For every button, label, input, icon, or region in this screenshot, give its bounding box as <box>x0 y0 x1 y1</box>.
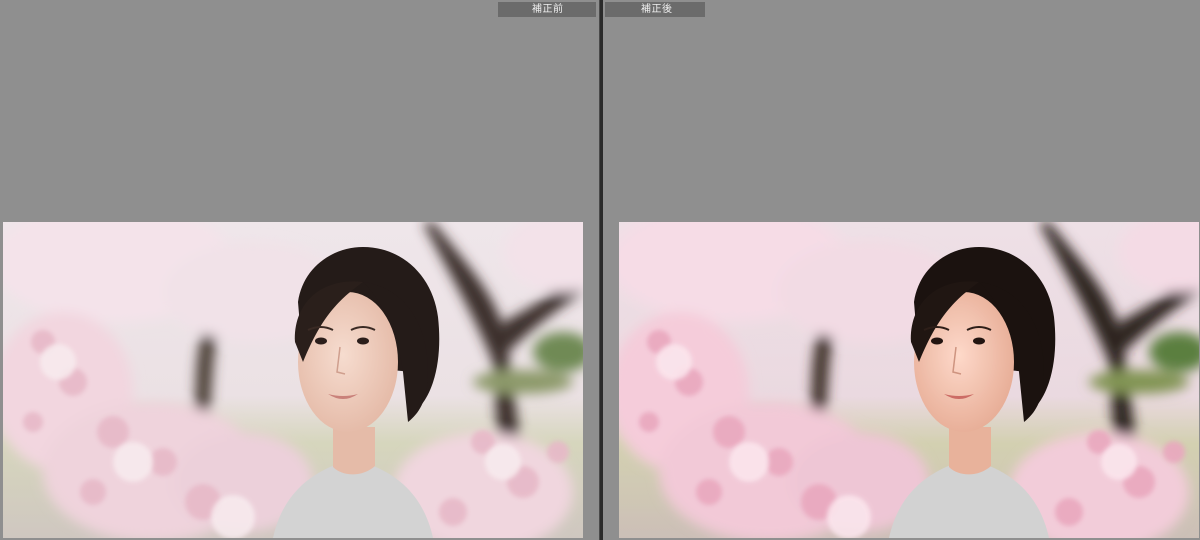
after-panel[interactable]: 補正後 <box>603 0 1200 540</box>
before-panel[interactable]: 補正前 <box>0 0 599 540</box>
after-label: 補正後 <box>605 2 705 17</box>
portrait-image-corrected <box>619 222 1199 538</box>
before-after-viewer: 補正前 補正後 <box>0 0 1200 540</box>
before-label: 補正前 <box>498 2 596 17</box>
portrait-image <box>3 222 583 538</box>
before-photo[interactable] <box>3 222 583 538</box>
after-photo[interactable] <box>619 222 1199 538</box>
